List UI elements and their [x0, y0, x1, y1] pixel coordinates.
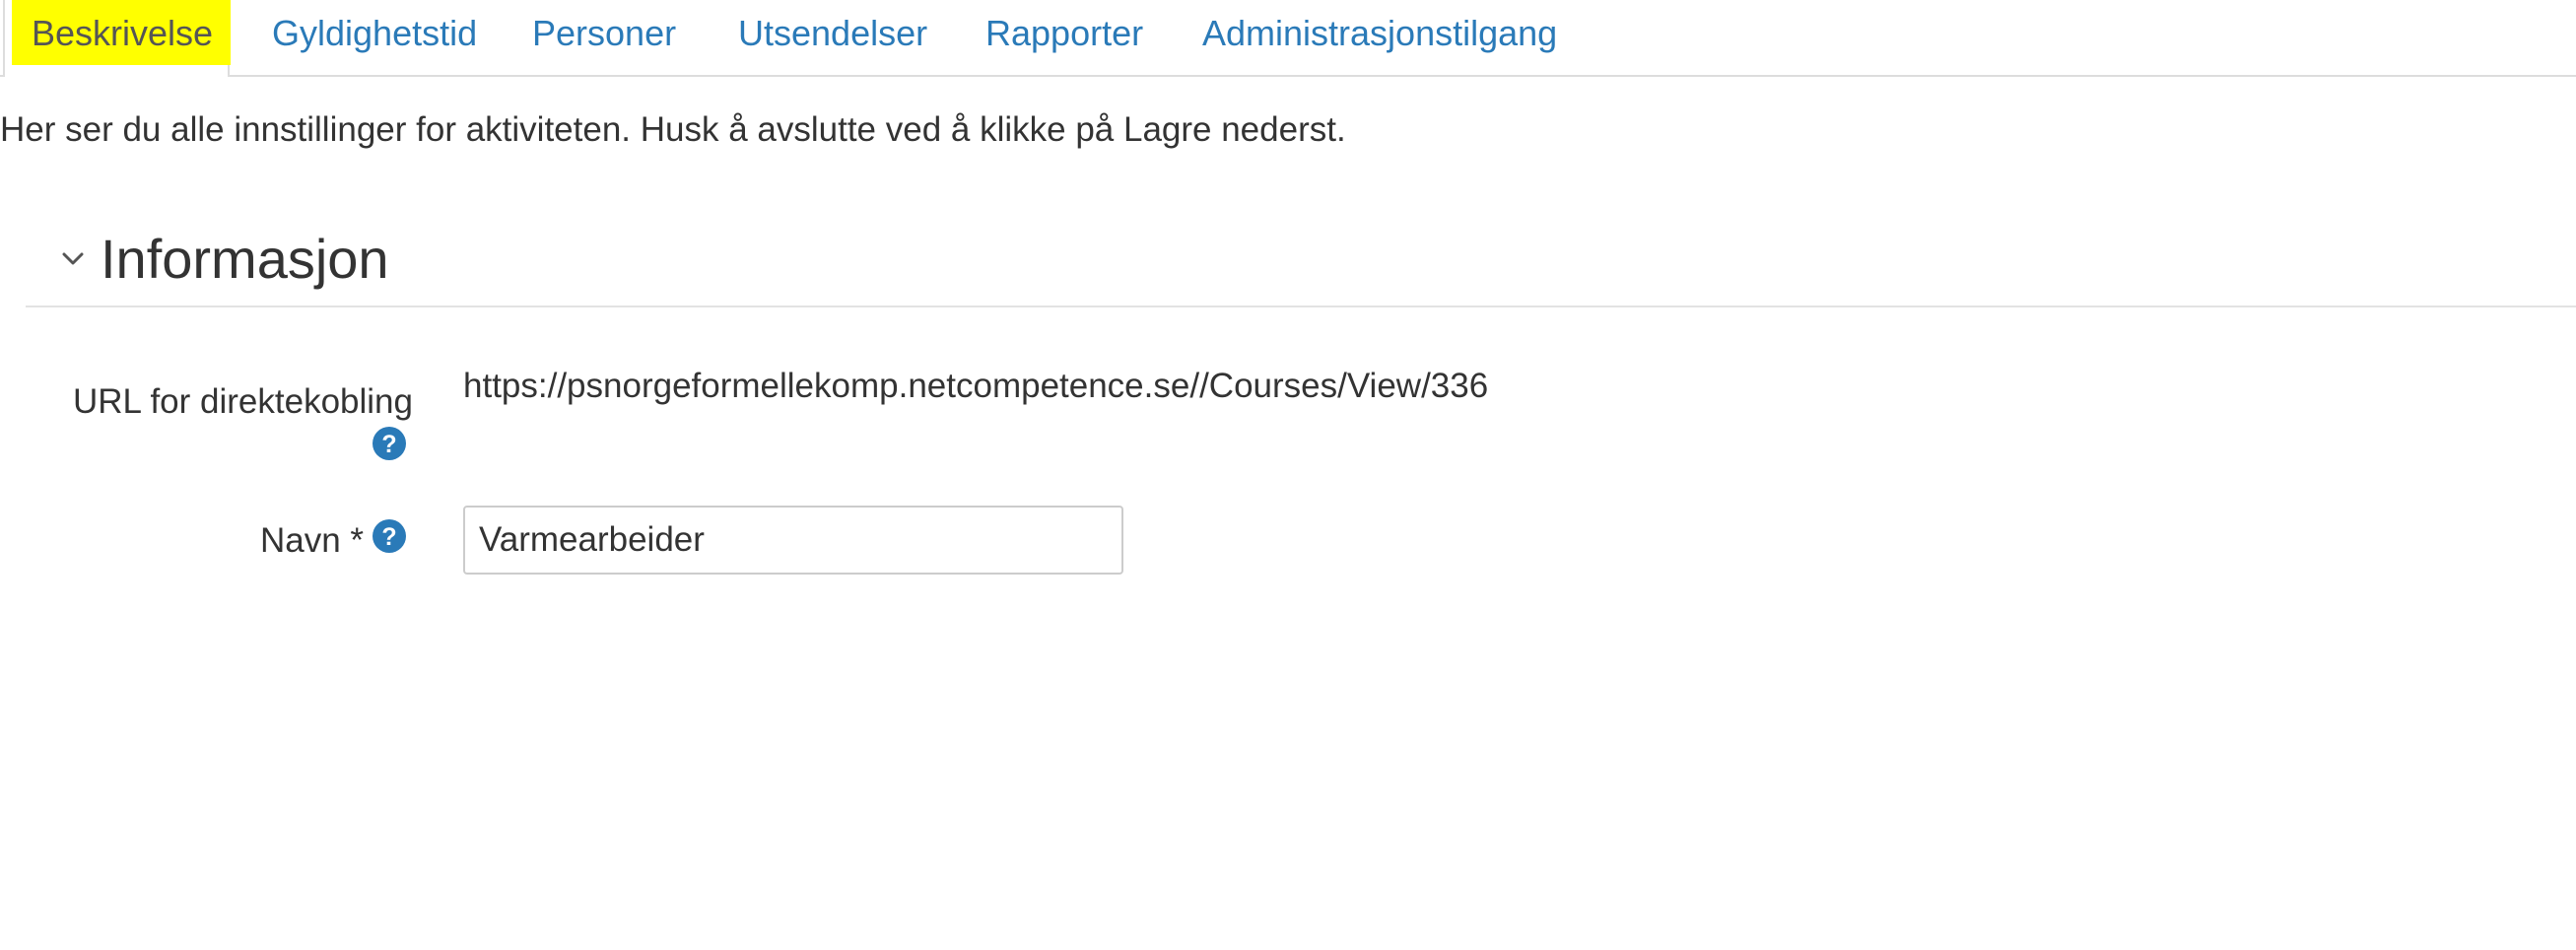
tab-administrasjonstilgang[interactable]: Administrasjonstilgang [1202, 12, 1557, 55]
section-title: Informasjon [101, 228, 389, 290]
chevron-down-icon [59, 245, 87, 273]
tab-bar: Beskrivelse Gyldighetstid Personer Utsen… [0, 0, 2576, 77]
tab-rapporter[interactable]: Rapporter [985, 12, 1143, 55]
intro-text: Her ser du alle innstillinger for aktivi… [0, 110, 1346, 149]
direct-link-url[interactable]: https://psnorgeformellekomp.netcompetenc… [463, 365, 1488, 408]
tab-personer[interactable]: Personer [532, 12, 676, 55]
section-divider [26, 305, 2576, 307]
question-circle-icon[interactable]: ? [372, 426, 407, 461]
activity-settings-page: Beskrivelse Gyldighetstid Personer Utsen… [0, 0, 2576, 950]
name-label: Navn * [260, 521, 365, 560]
tab-bar-divider [0, 75, 2576, 77]
question-circle-icon[interactable]: ? [372, 518, 407, 554]
tab-utsendelser[interactable]: Utsendelser [738, 12, 927, 55]
svg-text:?: ? [381, 523, 396, 551]
tab-beskrivelse[interactable]: Beskrivelse [32, 12, 213, 55]
direct-link-label: URL for direktekobling [73, 382, 413, 421]
section-header-informasjon[interactable]: Informasjon [59, 225, 389, 294]
name-input[interactable] [463, 506, 1123, 575]
svg-text:?: ? [381, 431, 396, 458]
tab-gyldighetstid[interactable]: Gyldighetstid [272, 12, 477, 55]
